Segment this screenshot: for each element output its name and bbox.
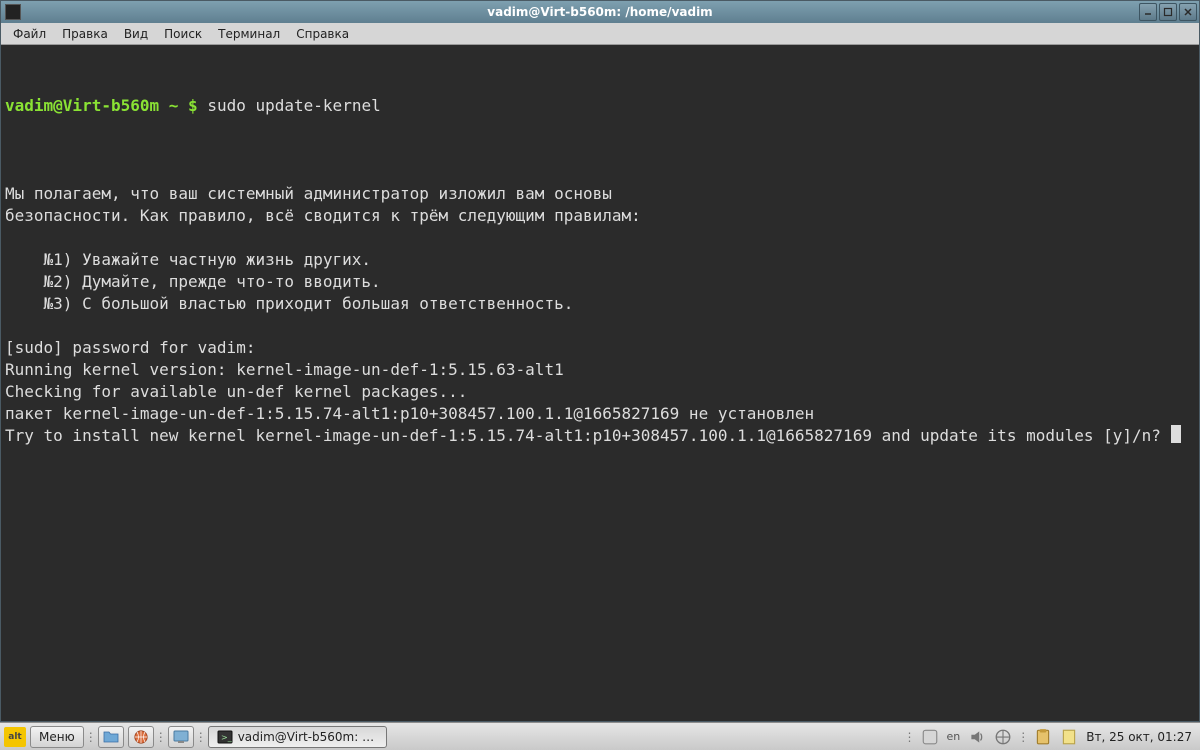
show-desktop-button[interactable] bbox=[168, 726, 194, 748]
network-icon[interactable] bbox=[994, 728, 1012, 746]
tray-generic-icon[interactable] bbox=[921, 728, 939, 746]
taskbar-clock[interactable]: Вт, 25 окт, 01:27 bbox=[1086, 730, 1192, 744]
output-line: №1) Уважайте частную жизнь других. bbox=[5, 250, 371, 269]
notes-icon[interactable] bbox=[1060, 728, 1078, 746]
prompt-user-host: vadim@Virt-b560m bbox=[5, 96, 159, 115]
menu-terminal[interactable]: Терминал bbox=[210, 25, 288, 43]
keyboard-layout-indicator[interactable]: en bbox=[947, 728, 961, 746]
prompt-symbol: $ bbox=[188, 96, 198, 115]
start-menu-button[interactable]: Меню bbox=[30, 726, 84, 748]
clipboard-icon[interactable] bbox=[1034, 728, 1052, 746]
terminal-cursor bbox=[1171, 425, 1181, 443]
menu-edit[interactable]: Правка bbox=[54, 25, 116, 43]
terminal-window: vadim@Virt-b560m: /home/vadim Файл Правк… bbox=[0, 0, 1200, 722]
close-button[interactable] bbox=[1179, 3, 1197, 21]
minimize-button[interactable] bbox=[1139, 3, 1157, 21]
launcher-browser[interactable] bbox=[128, 726, 154, 748]
output-line: №2) Думайте, прежде что-то вводить. bbox=[5, 272, 381, 291]
prompt-line: vadim@Virt-b560m ~ $ sudo update-kernel bbox=[5, 95, 1195, 117]
taskbar-separator: ⋮ bbox=[158, 726, 164, 748]
menu-help[interactable]: Справка bbox=[288, 25, 357, 43]
window-titlebar[interactable]: vadim@Virt-b560m: /home/vadim bbox=[1, 1, 1199, 23]
menu-view[interactable]: Вид bbox=[116, 25, 156, 43]
output-line: [sudo] password for vadim: bbox=[5, 338, 265, 357]
menu-search[interactable]: Поиск bbox=[156, 25, 210, 43]
taskbar-right: ⋮ en ⋮ Вт, 25 окт, 01:27 bbox=[907, 726, 1200, 748]
output-line: Try to install new kernel kernel-image-u… bbox=[5, 426, 1171, 445]
menu-file[interactable]: Файл bbox=[5, 25, 54, 43]
taskbar-separator: ⋮ bbox=[907, 726, 913, 748]
launcher-filemanager[interactable] bbox=[98, 726, 124, 748]
globe-icon bbox=[133, 729, 149, 745]
distro-logo-icon[interactable]: alt bbox=[4, 727, 26, 747]
taskbar-task-label: vadim@Virt-b560m: /home... bbox=[238, 730, 378, 744]
start-menu-label: Меню bbox=[39, 730, 75, 744]
prompt-command: sudo update-kernel bbox=[207, 96, 380, 115]
terminal-icon: >_ bbox=[217, 729, 233, 745]
output-line: пакет kernel-image-un-def-1:5.15.74-alt1… bbox=[5, 404, 814, 423]
output-line: Мы полагаем, что ваш системный администр… bbox=[5, 184, 612, 203]
taskbar-separator: ⋮ bbox=[198, 726, 204, 748]
terminal-output: Мы полагаем, что ваш системный администр… bbox=[5, 161, 1195, 447]
taskbar-separator: ⋮ bbox=[1020, 726, 1026, 748]
output-line: Running kernel version: kernel-image-un-… bbox=[5, 360, 564, 379]
svg-text:>_: >_ bbox=[221, 733, 233, 742]
window-title: vadim@Virt-b560m: /home/vadim bbox=[487, 5, 712, 19]
window-buttons bbox=[1139, 3, 1197, 21]
maximize-button[interactable] bbox=[1159, 3, 1177, 21]
menubar: Файл Правка Вид Поиск Терминал Справка bbox=[1, 23, 1199, 45]
taskbar-separator: ⋮ bbox=[88, 726, 94, 748]
output-line: №3) С большой властью приходит большая о… bbox=[5, 294, 573, 313]
folder-icon bbox=[103, 729, 119, 745]
output-line: Checking for available un-def kernel pac… bbox=[5, 382, 467, 401]
taskbar: alt Меню ⋮ ⋮ ⋮ >_ vadim@Virt-b560m: /hom bbox=[0, 722, 1200, 750]
terminal-viewport[interactable]: vadim@Virt-b560m ~ $ sudo update-kernel … bbox=[1, 45, 1199, 721]
taskbar-task-terminal[interactable]: >_ vadim@Virt-b560m: /home... bbox=[208, 726, 387, 748]
desktop-icon bbox=[173, 729, 189, 745]
prompt-path: ~ bbox=[169, 96, 179, 115]
output-line: безопасности. Как правило, всё сводится … bbox=[5, 206, 641, 225]
terminal-app-icon bbox=[5, 4, 21, 20]
volume-icon[interactable] bbox=[968, 728, 986, 746]
taskbar-left: alt Меню ⋮ ⋮ ⋮ >_ vadim@Virt-b560m: /hom bbox=[0, 726, 387, 748]
